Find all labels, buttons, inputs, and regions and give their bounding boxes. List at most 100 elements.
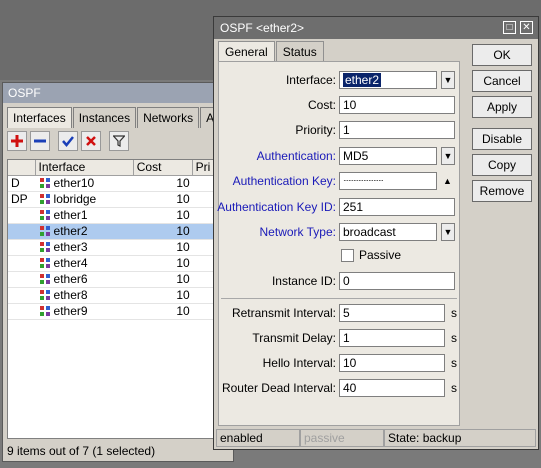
row-interface-name: ether3 bbox=[53, 240, 88, 254]
authentication-label: Authentication: bbox=[256, 149, 336, 163]
interface-table: Interface Cost Pri Dether10 10 DP lobridge 1… bbox=[7, 159, 233, 439]
dropdown-arrow-icon[interactable]: ▼ bbox=[441, 223, 455, 241]
column-cost[interactable]: Cost bbox=[134, 160, 193, 175]
row-flag bbox=[8, 224, 36, 239]
close-icon[interactable]: ✕ bbox=[520, 21, 533, 34]
cost-row: Cost: 10 bbox=[219, 95, 459, 115]
reveal-arrow-icon[interactable]: ▲ bbox=[443, 171, 452, 191]
transmit-delay-label: Transmit Delay: bbox=[252, 331, 336, 345]
row-interface-name: ether10 bbox=[53, 176, 95, 190]
retransmit-input[interactable]: 5 bbox=[339, 304, 445, 322]
priority-row: Priority: 1 bbox=[219, 120, 459, 140]
tab-bar: Interfaces Instances Networks Areas bbox=[7, 107, 244, 128]
auth-key-input[interactable]: ························ bbox=[339, 172, 437, 190]
passive-label: Passive bbox=[359, 248, 402, 262]
passive-status: passive bbox=[300, 429, 384, 447]
row-cost: 10 bbox=[176, 272, 190, 286]
authentication-select[interactable]: MD5 bbox=[339, 147, 437, 165]
table-row[interactable]: ether3 10 bbox=[8, 240, 232, 256]
table-row[interactable]: ether6 10 bbox=[8, 272, 232, 288]
interface-icon bbox=[39, 226, 50, 236]
hello-input[interactable]: 10 bbox=[339, 354, 445, 372]
passive-row: Passive bbox=[219, 245, 459, 265]
window-title: OSPF bbox=[3, 83, 233, 103]
tab-status[interactable]: Status bbox=[275, 41, 324, 62]
enable-button[interactable] bbox=[58, 131, 78, 151]
row-flag bbox=[8, 304, 36, 319]
column-interface[interactable]: Interface bbox=[36, 160, 134, 175]
dropdown-arrow-icon[interactable]: ▼ bbox=[441, 147, 455, 165]
interface-icon bbox=[39, 290, 50, 300]
add-button[interactable] bbox=[7, 131, 27, 151]
disable-button[interactable]: Disable bbox=[472, 128, 532, 150]
tab-general[interactable]: General bbox=[218, 41, 275, 62]
retransmit-row: Retransmit Interval: 5 s bbox=[219, 303, 459, 323]
disable-button[interactable] bbox=[81, 131, 101, 151]
network-type-select[interactable]: broadcast bbox=[339, 223, 437, 241]
table-row[interactable]: ether1 10 bbox=[8, 208, 232, 224]
priority-input[interactable]: 1 bbox=[339, 121, 455, 139]
table-row[interactable]: ether9 10 bbox=[8, 304, 232, 320]
interface-row: Interface: ether2 ▼ bbox=[219, 70, 459, 90]
copy-button[interactable]: Copy bbox=[472, 154, 532, 176]
row-interface: ether6 bbox=[36, 272, 134, 287]
passive-checkbox[interactable] bbox=[341, 249, 354, 262]
row-interface: ether2 bbox=[36, 224, 134, 239]
table-row[interactable]: DP lobridge 10 bbox=[8, 192, 232, 208]
tab-networks[interactable]: Networks bbox=[137, 107, 200, 128]
auth-key-id-input[interactable]: 251 bbox=[339, 198, 455, 216]
row-cost: 10 bbox=[176, 288, 190, 302]
dialog-tabs: General Status bbox=[218, 41, 325, 62]
minus-icon bbox=[34, 139, 46, 143]
interface-select[interactable]: ether2 bbox=[339, 71, 437, 89]
interface-icon bbox=[39, 274, 50, 284]
table-row[interactable]: ether4 10 bbox=[8, 256, 232, 272]
row-interface: ether10 bbox=[36, 176, 134, 191]
cancel-button[interactable]: Cancel bbox=[472, 70, 532, 92]
row-flag bbox=[8, 288, 36, 303]
table-row[interactable]: ether2 10 bbox=[8, 224, 232, 240]
interface-icon bbox=[39, 194, 50, 204]
ok-button[interactable]: OK bbox=[472, 44, 532, 66]
row-flag: D bbox=[11, 176, 20, 190]
network-type-row: Network Type: broadcast ▼ bbox=[219, 222, 459, 242]
row-cost: 10 bbox=[176, 240, 190, 254]
apply-button[interactable]: Apply bbox=[472, 96, 532, 118]
table-row[interactable]: ether8 10 bbox=[8, 288, 232, 304]
remove-button[interactable]: Remove bbox=[472, 180, 532, 202]
dead-interval-unit: s bbox=[451, 381, 457, 395]
dead-interval-label: Router Dead Interval: bbox=[221, 381, 336, 395]
row-cost: 10 bbox=[176, 176, 190, 190]
row-flag: DP bbox=[11, 192, 28, 206]
row-flag bbox=[8, 272, 36, 287]
authentication-row: Authentication: MD5 ▼ bbox=[219, 146, 459, 166]
transmit-delay-unit: s bbox=[451, 331, 457, 345]
row-interface-name: ether6 bbox=[53, 272, 88, 286]
tab-interfaces[interactable]: Interfaces bbox=[7, 107, 72, 128]
cost-input[interactable]: 10 bbox=[339, 96, 455, 114]
ospf-window: OSPF Interfaces Instances Networks Areas… bbox=[2, 82, 244, 462]
row-interface: ether4 bbox=[36, 256, 134, 271]
maximize-icon[interactable]: □ bbox=[503, 21, 516, 34]
row-interface: ether3 bbox=[36, 240, 134, 255]
state-status: State: backup bbox=[384, 429, 536, 447]
instance-id-input[interactable]: 0 bbox=[339, 272, 455, 290]
row-interface-name: ether4 bbox=[53, 256, 88, 270]
dead-interval-input[interactable]: 40 bbox=[339, 379, 445, 397]
row-interface: lobridge bbox=[36, 192, 134, 207]
column-flag[interactable] bbox=[8, 160, 36, 175]
network-type-label: Network Type: bbox=[259, 225, 336, 239]
transmit-delay-input[interactable]: 1 bbox=[339, 329, 445, 347]
table-row[interactable]: Dether10 10 bbox=[8, 176, 232, 192]
interface-value: ether2 bbox=[343, 73, 382, 87]
dialog-status-bar: enabled passive State: backup bbox=[216, 429, 536, 447]
divider bbox=[221, 298, 457, 299]
row-interface: ether9 bbox=[36, 304, 134, 319]
row-flag bbox=[8, 208, 36, 223]
row-interface: ether8 bbox=[36, 288, 134, 303]
filter-button[interactable] bbox=[109, 131, 129, 151]
tab-instances[interactable]: Instances bbox=[72, 107, 137, 128]
dialog-title-bar: OSPF <ether2> □ ✕ bbox=[214, 17, 538, 39]
remove-button[interactable] bbox=[30, 131, 50, 151]
dropdown-arrow-icon[interactable]: ▼ bbox=[441, 71, 455, 89]
